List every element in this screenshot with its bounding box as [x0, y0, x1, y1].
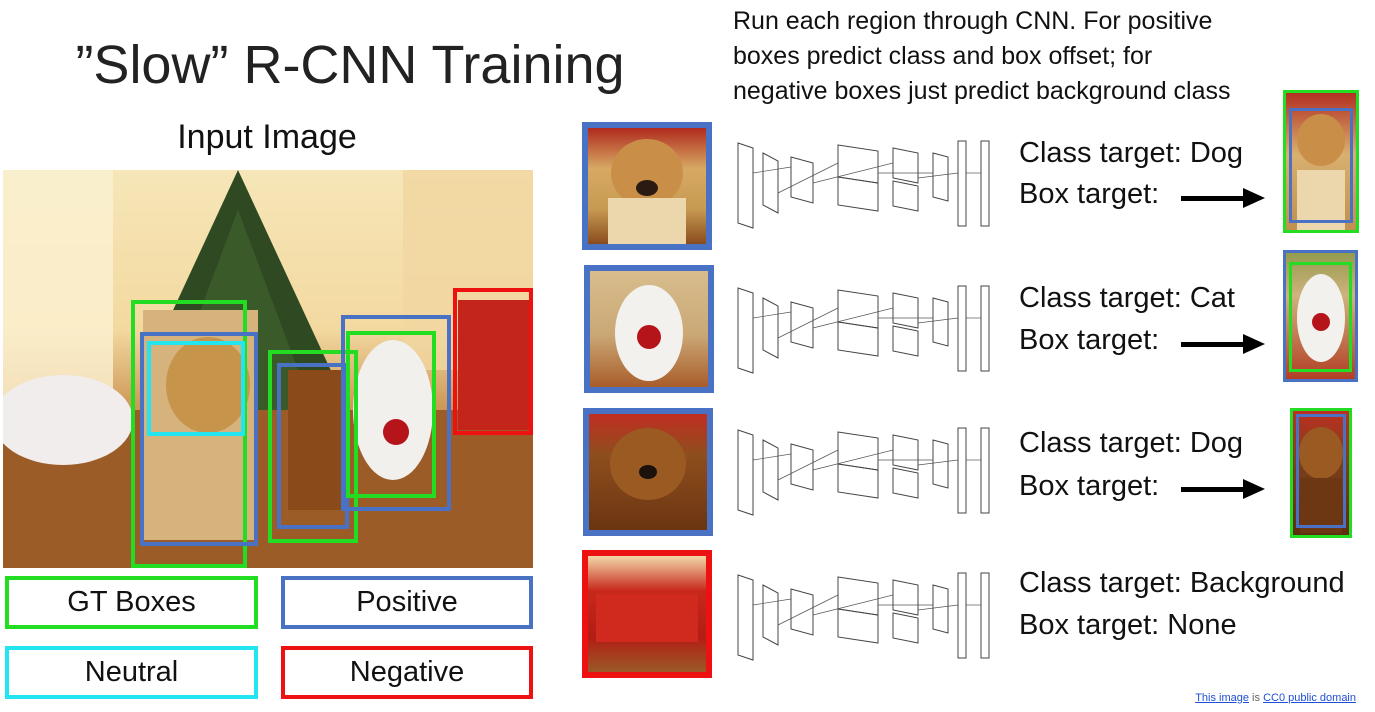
region-crop-background [582, 550, 712, 678]
target-spaniel-positive-box [1296, 414, 1346, 528]
cnn-diagram [737, 285, 990, 374]
cat-crop-illustration [615, 285, 683, 381]
target-thumb-cat [1283, 250, 1358, 382]
header-description: Run each region through CNN. For positiv… [733, 4, 1333, 109]
slide-title: ”Slow” R-CNN Training [75, 35, 625, 95]
couch-crop-illustration [596, 594, 698, 642]
positive-box-spaniel [277, 363, 349, 529]
dog-crop-illustration [608, 139, 686, 244]
row3-class-target: Class target: Dog [1019, 427, 1244, 459]
row2-arrow-head [1243, 334, 1265, 354]
legend-positive: Positive [281, 576, 533, 629]
credit-is: is [1252, 692, 1260, 704]
row3-box-target: Box target: [1019, 470, 1160, 502]
region-crop-dog [582, 122, 712, 250]
legend-negative: Negative [281, 646, 533, 699]
legend-positive-label: Positive [356, 586, 458, 618]
legend-neutral: Neutral [5, 646, 258, 699]
row2-box-target: Box target: [1019, 324, 1160, 356]
row3-box-arrow [1181, 487, 1243, 492]
image-credit: This image is CC0 public domain [1195, 692, 1356, 704]
input-image-title: Input Image [177, 118, 357, 156]
row2-box-arrow [1181, 342, 1243, 347]
row1-box-target: Box target: [1019, 178, 1160, 210]
legend-gt-label: GT Boxes [67, 586, 196, 618]
header-line-2: boxes predict class and box offset; for [733, 42, 1153, 70]
legend-negative-label: Negative [349, 656, 465, 688]
cc0-link[interactable]: CC0 public domain [1263, 692, 1356, 704]
row1-arrow-head [1243, 188, 1265, 208]
legend-gt-boxes: GT Boxes [5, 576, 258, 629]
region-crop-spaniel [583, 408, 713, 536]
row3-arrow-head [1243, 479, 1265, 499]
row4-class-target: Class target: Background [1019, 567, 1345, 599]
target-cat-gt-box [1289, 262, 1352, 372]
header-line-1: Run each region through CNN. For positiv… [733, 7, 1213, 35]
gt-box-cat [346, 331, 436, 498]
cnn-diagram [737, 427, 990, 516]
cnn-diagram [737, 140, 990, 229]
row4-box-target: Box target: None [1019, 609, 1237, 641]
neutral-box-dog-head [147, 341, 245, 436]
region-crop-cat [584, 265, 714, 393]
image-link[interactable]: This image [1195, 692, 1249, 704]
target-thumb-spaniel [1290, 408, 1352, 538]
target-thumb-dog [1283, 90, 1359, 233]
negative-box-couch [453, 288, 533, 435]
legend-neutral-label: Neutral [84, 656, 179, 688]
input-image [3, 170, 533, 568]
row1-box-arrow [1181, 196, 1243, 201]
cnn-diagram [737, 572, 990, 661]
row2-class-target: Class target: Cat [1019, 282, 1235, 314]
header-line-3: negative boxes just predict background c… [733, 77, 1231, 105]
target-dog-positive-box [1289, 108, 1353, 223]
row1-class-target: Class target: Dog [1019, 137, 1244, 169]
spaniel-crop-illustration [610, 428, 686, 500]
